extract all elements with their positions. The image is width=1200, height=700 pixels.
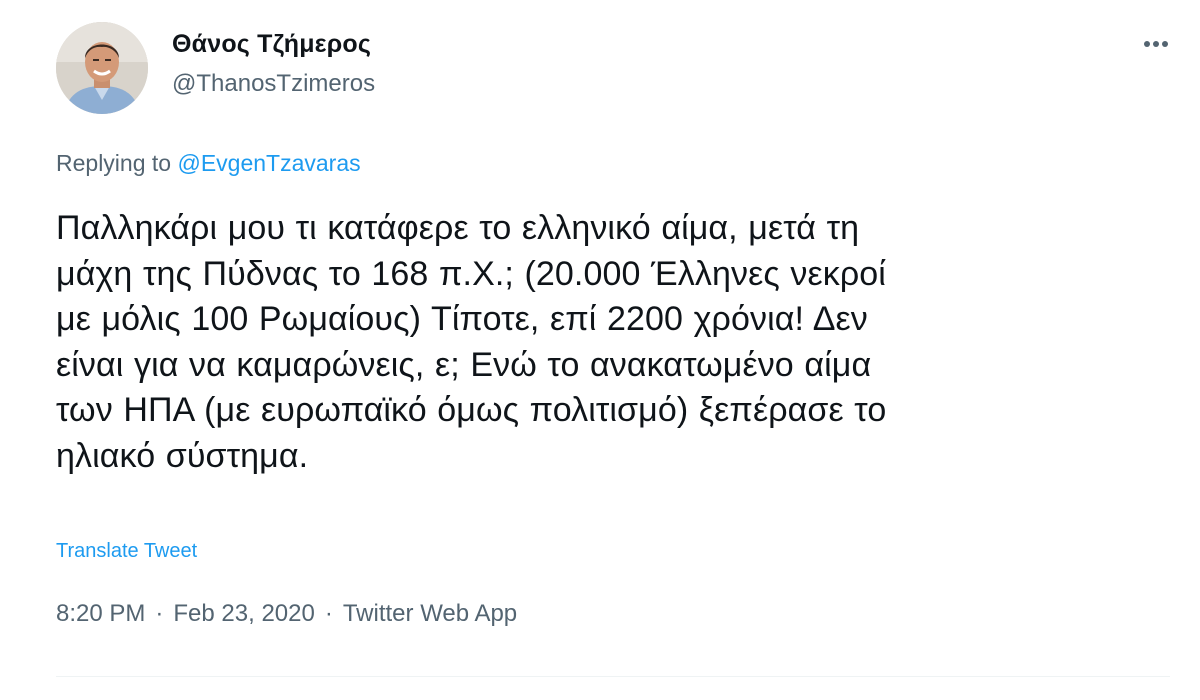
tweet-text: Παλληκάρι μου τι κατάφερε το ελληνικό αί…	[56, 206, 1166, 479]
tweet-card: Θάνος Τζήμερος @ThanosTzimeros Replying …	[0, 0, 1200, 700]
meta-separator: ·	[155, 600, 164, 627]
tweet-date[interactable]: Feb 23, 2020	[173, 600, 314, 628]
replying-to: Replying to @EvgenTzavaras	[56, 150, 361, 177]
replying-to-label: Replying to	[56, 150, 172, 176]
tweet-text-line: Παλληκάρι μου τι κατάφερε το ελληνικό αί…	[56, 209, 860, 247]
more-dot	[1162, 41, 1168, 47]
tweet-meta: 8:20 PM · Feb 23, 2020 · Twitter Web App	[56, 600, 517, 628]
more-dot	[1144, 41, 1150, 47]
reply-to-handle-link[interactable]: @EvgenTzavaras	[177, 150, 360, 176]
more-options-icon[interactable]	[1138, 32, 1174, 56]
author-display-name[interactable]: Θάνος Τζήμερος	[172, 30, 371, 59]
tweet-text-line: με μόλις 100 Ρωμαίους) Τίποτε, επί 2200 …	[56, 300, 868, 338]
tweet-source[interactable]: Twitter Web App	[343, 600, 517, 628]
translate-tweet-link[interactable]: Translate Tweet	[56, 540, 197, 563]
tweet-text-line: ηλιακό σύστημα.	[56, 436, 309, 475]
tweet-text-line: μάχη της Πύδνας το 168 π.Χ.; (20.000 Έλλ…	[56, 254, 886, 293]
author-handle[interactable]: @ThanosTzimeros	[172, 70, 375, 98]
meta-separator: ·	[324, 600, 333, 627]
divider	[56, 676, 1170, 677]
tweet-time[interactable]: 8:20 PM	[56, 600, 145, 628]
tweet-text-line: είναι για να καμαρώνεις, ε; Ενώ το ανακα…	[56, 345, 872, 384]
tweet-text-line: των ΗΠΑ (με ευρωπαϊκό όμως πολιτισμό) ξε…	[56, 391, 887, 429]
avatar-image	[56, 22, 148, 114]
more-dot	[1153, 41, 1159, 47]
avatar[interactable]	[56, 22, 148, 114]
